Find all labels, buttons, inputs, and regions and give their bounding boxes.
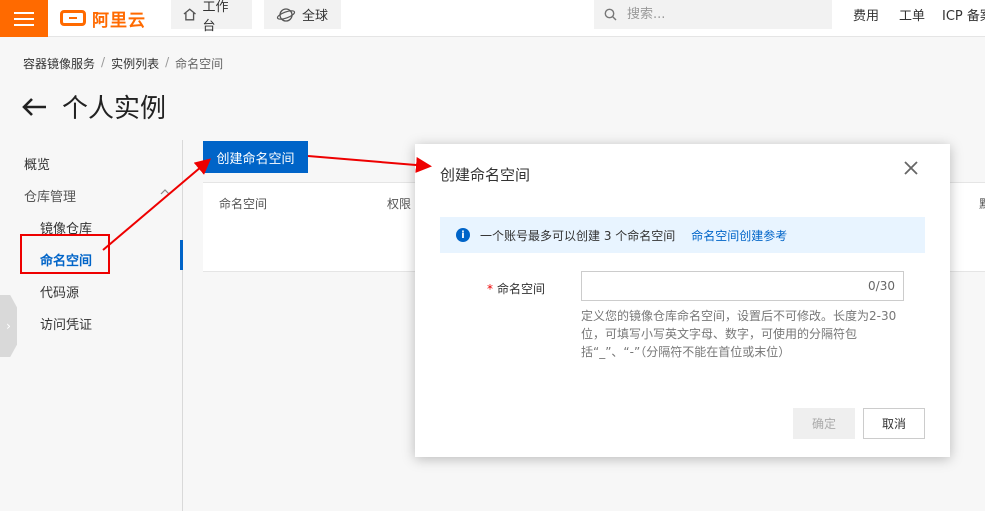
page-header: 个人实例 xyxy=(22,88,166,125)
breadcrumb-item-registry[interactable]: 容器镜像服务 xyxy=(23,55,95,72)
hamburger-menu-icon[interactable] xyxy=(0,0,48,37)
table-header-permission: 权限 xyxy=(387,197,412,211)
chevron-right-icon: › xyxy=(6,319,11,333)
namespace-help-text: 定义您的镜像仓库命名空间，设置后不可修改。长度为2-30位，可填写小写英文字母、… xyxy=(581,309,897,359)
region-label: 全球 xyxy=(302,9,329,24)
info-notice: i 一个账号最多可以创建 3 个命名空间 命名空间创建参考 xyxy=(440,217,925,253)
create-namespace-dialog: 创建命名空间 i 一个账号最多可以创建 3 个命名空间 命名空间创建参考 * 命名… xyxy=(415,144,950,457)
namespace-label-text: 命名空间 xyxy=(497,282,546,296)
required-mark: * xyxy=(487,282,493,296)
aliyun-logo-icon xyxy=(60,10,86,26)
fee-link[interactable]: 费用 xyxy=(853,5,879,24)
ticket-link[interactable]: 工单 xyxy=(899,5,925,24)
info-icon: i xyxy=(456,228,470,242)
create-namespace-button[interactable]: 创建命名空间 xyxy=(203,141,308,173)
search-input[interactable] xyxy=(625,6,809,23)
namespace-guide-link[interactable]: 命名空间创建参考 xyxy=(691,227,787,244)
workbench-label: 工作台 xyxy=(202,0,229,34)
char-counter: 0/30 xyxy=(868,279,895,293)
breadcrumb-item-instances[interactable]: 实例列表 xyxy=(111,55,159,72)
breadcrumb-separator: / xyxy=(165,55,170,69)
table-header-namespace: 命名空间 xyxy=(219,197,268,211)
sidebar-item-access-credentials[interactable]: 访问凭证 xyxy=(40,314,92,333)
icp-link[interactable]: ICP 备案 xyxy=(942,5,985,24)
table-header-truncated: 默 xyxy=(979,195,985,212)
namespace-field-label: * 命名空间 xyxy=(487,280,545,297)
cancel-button[interactable]: 取消 xyxy=(863,408,925,439)
confirm-button[interactable]: 确定 xyxy=(793,408,855,439)
close-icon[interactable] xyxy=(903,160,919,176)
breadcrumb: 容器镜像服务 / 实例列表 / 命名空间 xyxy=(23,55,223,72)
sidebar-item-code-source[interactable]: 代码源 xyxy=(40,282,79,301)
home-icon xyxy=(183,8,196,21)
region-selector-button[interactable]: 全球 xyxy=(264,0,341,29)
logo-text: 阿里云 xyxy=(92,10,146,31)
back-arrow-icon[interactable] xyxy=(22,97,48,117)
global-search[interactable] xyxy=(594,0,832,29)
page-title: 个人实例 xyxy=(62,94,167,124)
annotation-arrow-to-button xyxy=(102,158,212,251)
annotation-arrow-to-dialog xyxy=(307,155,432,173)
namespace-input-wrapper[interactable]: 0/30 xyxy=(581,271,904,302)
sidebar-item-overview[interactable]: 概览 xyxy=(24,154,50,173)
chevron-up-icon[interactable] xyxy=(160,188,170,196)
search-icon xyxy=(604,8,617,21)
notice-text: 一个账号最多可以创建 3 个命名空间 xyxy=(480,228,676,243)
sidebar-group-repo-management[interactable]: 仓库管理 xyxy=(24,186,76,205)
aliyun-logo[interactable]: 阿里云 xyxy=(60,7,146,31)
annotation-highlight-box xyxy=(20,234,110,274)
breadcrumb-item-namespace: 命名空间 xyxy=(175,57,224,71)
top-navbar: 阿里云 工作台 全球 费用 工单 ICP 备案 xyxy=(0,0,985,37)
sidebar-active-indicator xyxy=(180,240,183,270)
namespace-input[interactable] xyxy=(582,272,862,302)
globe-icon xyxy=(276,7,296,22)
sidebar-divider xyxy=(182,140,183,511)
sidebar-collapse-handle[interactable]: › xyxy=(0,295,17,357)
breadcrumb-separator: / xyxy=(101,55,106,69)
dialog-title: 创建命名空间 xyxy=(440,166,531,184)
workbench-button[interactable]: 工作台 xyxy=(171,0,252,34)
